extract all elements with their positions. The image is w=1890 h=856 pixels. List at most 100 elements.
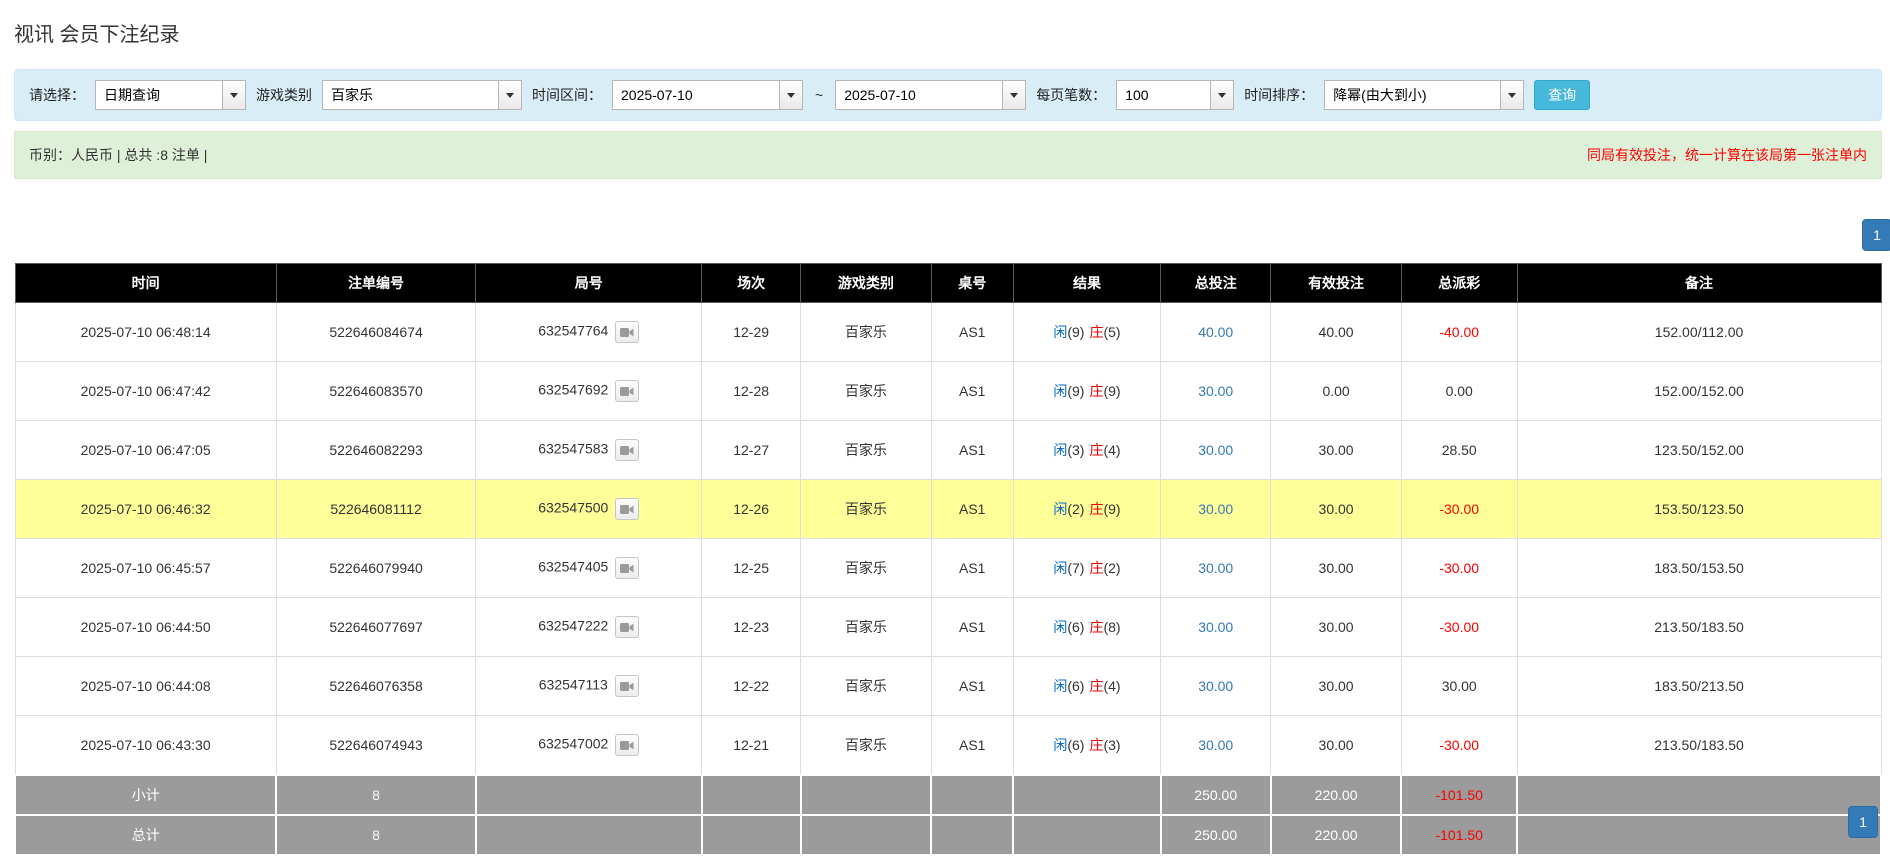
banker-result-label: 庄 xyxy=(1089,619,1103,635)
session-cell: 12-26 xyxy=(702,480,801,539)
table-row: 2025-07-10 06:44:08 522646076358 6325471… xyxy=(15,657,1881,716)
table-row: 2025-07-10 06:48:14 522646084674 6325477… xyxy=(15,303,1881,362)
total-bet-cell: 30.00 xyxy=(1161,539,1271,598)
video-replay-button[interactable] xyxy=(615,616,639,638)
round-cell: 632547500 xyxy=(476,480,702,539)
player-result-score: (6) xyxy=(1067,619,1084,635)
total-bet-link[interactable]: 30.00 xyxy=(1198,619,1233,635)
total-bet-link[interactable]: 40.00 xyxy=(1198,324,1233,340)
search-button[interactable]: 查询 xyxy=(1534,80,1590,110)
round-cell: 632547583 xyxy=(476,421,702,480)
valid-bet-cell: 30.00 xyxy=(1271,716,1402,776)
player-result-label: 闲 xyxy=(1053,678,1067,694)
date-to-input[interactable] xyxy=(835,80,1002,110)
col-header-round-id: 局号 xyxy=(476,264,702,303)
result-cell: 闲(3)庄(4) xyxy=(1013,421,1160,480)
round-id: 632547764 xyxy=(538,323,608,339)
banker-result-score: (4) xyxy=(1103,442,1120,458)
valid-bet-cell: 30.00 xyxy=(1271,539,1402,598)
game-type-input[interactable] xyxy=(322,80,498,110)
valid-bet-cell: 30.00 xyxy=(1271,598,1402,657)
col-header-session: 场次 xyxy=(702,264,801,303)
round-id: 632547583 xyxy=(538,441,608,457)
subtotal-empty-cell xyxy=(702,775,801,815)
video-camera-icon xyxy=(620,622,634,633)
video-replay-button[interactable] xyxy=(615,557,639,579)
grand-total-empty-cell xyxy=(801,815,932,855)
time-cell: 2025-07-10 06:48:14 xyxy=(15,303,276,362)
game-type-dropdown-button[interactable] xyxy=(498,80,522,110)
date-range-separator: ~ xyxy=(813,87,825,103)
grand-total-empty-cell xyxy=(476,815,702,855)
page-size-input[interactable] xyxy=(1116,80,1210,110)
player-result-label: 闲 xyxy=(1053,324,1067,340)
bet-id-cell: 522646081112 xyxy=(276,480,476,539)
bet-id-cell: 522646083570 xyxy=(276,362,476,421)
table-row: 2025-07-10 06:43:30 522646074943 6325470… xyxy=(15,716,1881,776)
player-result-score: (2) xyxy=(1067,501,1084,517)
table-no-cell: AS1 xyxy=(931,303,1013,362)
grand-total-empty-cell xyxy=(702,815,801,855)
subtotal-empty-cell xyxy=(801,775,932,815)
grand-total-total-bet: 250.00 xyxy=(1161,815,1271,855)
table-no-cell: AS1 xyxy=(931,539,1013,598)
result-cell: 闲(9)庄(5) xyxy=(1013,303,1160,362)
remark-cell: 183.50/213.50 xyxy=(1517,657,1881,716)
query-type-label: 请选择： xyxy=(29,85,85,105)
video-camera-icon xyxy=(620,327,634,338)
round-cell: 632547405 xyxy=(476,539,702,598)
game-type-cell: 百家乐 xyxy=(801,303,932,362)
query-type-combobox xyxy=(95,80,246,110)
total-bet-link[interactable]: 30.00 xyxy=(1198,678,1233,694)
total-bet-link[interactable]: 30.00 xyxy=(1198,560,1233,576)
time-cell: 2025-07-10 06:45:57 xyxy=(15,539,276,598)
video-replay-button[interactable] xyxy=(615,439,639,461)
video-replay-button[interactable] xyxy=(615,380,639,402)
grand-total-empty-cell xyxy=(1013,815,1160,855)
pagination-page-button[interactable]: 1 xyxy=(1862,219,1890,251)
banker-result-score: (3) xyxy=(1103,737,1120,753)
filter-bar: 请选择： 游戏类别 时间区间： ~ 每页笔数： 时间排序： xyxy=(14,69,1882,121)
payout-cell: -30.00 xyxy=(1401,716,1517,776)
query-type-input[interactable] xyxy=(95,80,222,110)
remark-cell: 152.00/152.00 xyxy=(1517,362,1881,421)
player-result-score: (9) xyxy=(1067,383,1084,399)
bet-id-cell: 522646084674 xyxy=(276,303,476,362)
total-bet-link[interactable]: 30.00 xyxy=(1198,737,1233,753)
video-camera-icon xyxy=(620,740,634,751)
time-sort-dropdown-button[interactable] xyxy=(1500,80,1524,110)
banker-result-label: 庄 xyxy=(1089,501,1103,517)
total-bet-link[interactable]: 30.00 xyxy=(1198,501,1233,517)
pagination-page-button-bottom[interactable]: 1 xyxy=(1848,806,1878,838)
video-replay-button[interactable] xyxy=(615,321,639,343)
video-replay-button[interactable] xyxy=(615,675,639,697)
player-result-label: 闲 xyxy=(1053,619,1067,635)
subtotal-payout: -101.50 xyxy=(1401,775,1517,815)
result-cell: 闲(6)庄(3) xyxy=(1013,716,1160,776)
page-size-dropdown-button[interactable] xyxy=(1210,80,1234,110)
time-sort-input[interactable] xyxy=(1324,80,1500,110)
banker-result-score: (4) xyxy=(1103,678,1120,694)
betting-records-page: 视讯 会员下注纪录 请选择： 游戏类别 时间区间： ~ 每页笔数： 时间排序： xyxy=(0,0,1890,856)
total-bet-cell: 30.00 xyxy=(1161,598,1271,657)
date-from-dropdown-button[interactable] xyxy=(779,80,803,110)
subtotal-empty-cell xyxy=(1013,775,1160,815)
total-bet-link[interactable]: 30.00 xyxy=(1198,383,1233,399)
query-type-dropdown-button[interactable] xyxy=(222,80,246,110)
table-no-cell: AS1 xyxy=(931,657,1013,716)
valid-bet-cell: 0.00 xyxy=(1271,362,1402,421)
date-to-dropdown-button[interactable] xyxy=(1002,80,1026,110)
video-replay-button[interactable] xyxy=(615,734,639,756)
remark-cell: 153.50/123.50 xyxy=(1517,480,1881,539)
session-cell: 12-28 xyxy=(702,362,801,421)
subtotal-empty-cell xyxy=(1517,775,1881,815)
date-from-input[interactable] xyxy=(612,80,779,110)
video-camera-icon xyxy=(620,445,634,456)
video-camera-icon xyxy=(620,563,634,574)
video-replay-button[interactable] xyxy=(615,498,639,520)
banker-result-label: 庄 xyxy=(1089,678,1103,694)
table-body: 2025-07-10 06:48:14 522646084674 6325477… xyxy=(15,303,1881,776)
total-bet-link[interactable]: 30.00 xyxy=(1198,442,1233,458)
payout-cell: -30.00 xyxy=(1401,480,1517,539)
total-bet-cell: 30.00 xyxy=(1161,657,1271,716)
